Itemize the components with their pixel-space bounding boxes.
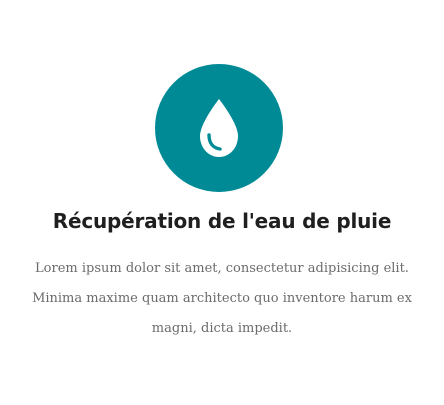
- feature-card: Récupération de l'eau de pluie Lorem ips…: [0, 0, 444, 405]
- water-drop-icon: [197, 97, 241, 159]
- feature-title: Récupération de l'eau de pluie: [52, 209, 392, 233]
- icon-circle: [155, 64, 283, 192]
- feature-description: Lorem ipsum dolor sit amet, consectetur …: [32, 261, 412, 336]
